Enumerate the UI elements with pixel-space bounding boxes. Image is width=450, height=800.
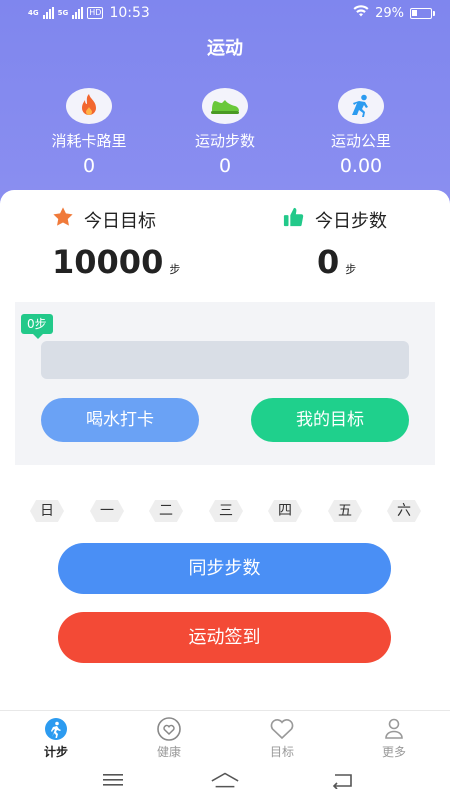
battery-percent: 29% <box>375 5 404 21</box>
back-icon[interactable] <box>328 770 358 790</box>
stat-steps-value: 0 <box>218 155 232 177</box>
stat-distance: 运动公里 0.00 <box>291 88 431 177</box>
status-bar: 4G 5G HD 10:53 29% <box>0 0 450 28</box>
today-steps-value: 0 <box>317 243 340 281</box>
star-icon <box>52 206 74 233</box>
heart-outline-icon <box>252 717 312 741</box>
weekday-row: 日 一 二 三 四 五 六 <box>30 500 422 524</box>
my-goal-button[interactable]: 我的目标 <box>251 398 409 442</box>
progress-panel: 0步 喝水打卡 我的目标 <box>15 302 435 465</box>
home-icon[interactable] <box>210 770 240 790</box>
tab-goal[interactable]: 目标 <box>252 717 312 760</box>
today-section: 今日步数 0步 <box>283 206 450 281</box>
header: 4G 5G HD 10:53 29% 运动 消耗卡路里 0 运动步数 0 运动公… <box>0 0 450 215</box>
tab-step-counter[interactable]: 计步 <box>26 717 86 760</box>
heart-icon <box>139 717 199 741</box>
bottom-tab-bar: 计步 健康 目标 更多 <box>0 710 450 762</box>
sync-steps-button[interactable]: 同步步数 <box>58 543 391 594</box>
step-badge: 0步 <box>21 314 53 339</box>
target-value: 10000 <box>52 243 164 281</box>
target-unit: 步 <box>169 263 181 276</box>
status-time: 10:53 <box>109 5 150 21</box>
stat-distance-value: 0.00 <box>339 155 383 177</box>
today-steps-label: 今日步数 <box>315 210 387 232</box>
stat-steps: 运动步数 0 <box>155 88 295 177</box>
weekday-mon[interactable]: 一 <box>90 500 124 522</box>
signal-icon <box>42 7 54 19</box>
tab-more-label: 更多 <box>381 745 406 759</box>
target-value-row: 10000 步 <box>52 243 252 281</box>
stat-distance-label: 运动公里 <box>330 132 391 150</box>
stat-calories-value: 0 <box>82 155 96 177</box>
wifi-icon <box>353 5 369 21</box>
stat-calories-label: 消耗卡路里 <box>51 132 127 150</box>
hd-badge: HD <box>87 7 104 19</box>
tab-health-label: 健康 <box>156 745 181 759</box>
tab-step-counter-label: 计步 <box>43 745 68 759</box>
target-label: 今日目标 <box>84 210 156 232</box>
weekday-thu[interactable]: 四 <box>268 500 302 522</box>
menu-icon[interactable] <box>98 770 128 790</box>
battery-icon <box>410 7 435 19</box>
target-section: 今日目标 10000 步 <box>52 206 252 281</box>
progress-bar <box>41 341 409 379</box>
walking-icon <box>26 717 86 741</box>
weekday-tue[interactable]: 二 <box>149 500 183 522</box>
main-card: 今日目标 10000 步 今日步数 0步 0步 喝水打卡 我的目标 日 一 二 三… <box>0 190 450 710</box>
weekday-sat[interactable]: 六 <box>387 500 421 522</box>
network-label-2: 5G <box>57 9 69 17</box>
weekday-wed[interactable]: 三 <box>209 500 243 522</box>
sneaker-icon <box>202 88 248 124</box>
stats-row: 消耗卡路里 0 运动步数 0 运动公里 0.00 <box>0 88 450 178</box>
tab-goal-label: 目标 <box>269 745 294 759</box>
thumbs-up-icon <box>283 206 305 233</box>
stat-calories: 消耗卡路里 0 <box>19 88 159 177</box>
exercise-checkin-button[interactable]: 运动签到 <box>58 612 391 663</box>
fire-icon <box>66 88 112 124</box>
system-nav-bar <box>0 762 450 800</box>
weekday-sun[interactable]: 日 <box>30 500 64 522</box>
weekday-fri[interactable]: 五 <box>328 500 362 522</box>
today-value-row: 0步 <box>317 243 450 281</box>
page-title: 运动 <box>207 38 243 59</box>
network-label-1: 4G <box>28 9 39 17</box>
person-icon <box>364 717 424 741</box>
today-steps-unit: 步 <box>345 263 357 276</box>
tab-more[interactable]: 更多 <box>364 717 424 760</box>
tab-health[interactable]: 健康 <box>139 717 199 760</box>
running-icon <box>338 88 384 124</box>
stat-steps-label: 运动步数 <box>194 132 255 150</box>
signal-icon-2 <box>72 7 84 19</box>
water-checkin-button[interactable]: 喝水打卡 <box>41 398 199 442</box>
